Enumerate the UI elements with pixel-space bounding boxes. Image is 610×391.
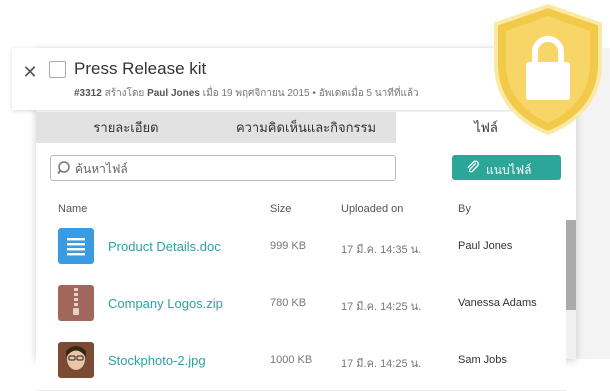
created-prefix: สร้างโดย (104, 88, 145, 99)
file-size: 1000 KB (270, 354, 313, 366)
task-header: ✕ Press Release kit #3312 สร้างโดย Paul … (12, 48, 572, 110)
complete-checkbox[interactable] (49, 61, 66, 78)
search-icon (57, 161, 70, 175)
zip-file-icon (58, 285, 94, 321)
file-name-link[interactable]: Stockphoto-2.jpg (108, 353, 206, 368)
column-header-name[interactable]: Name (58, 203, 87, 215)
column-header-by[interactable]: By (458, 203, 471, 215)
file-name-link[interactable]: Company Logos.zip (108, 296, 223, 311)
file-uploader: Paul Jones (458, 240, 513, 252)
search-input[interactable]: ค้นหาไฟล์ (50, 155, 396, 181)
close-icon[interactable]: ✕ (20, 62, 40, 82)
page-title: Press Release kit (74, 59, 207, 78)
table-row[interactable]: Stockphoto-2.jpg 1000 KB 17 มี.ค. 14:25 … (36, 333, 566, 391)
file-uploaded-date: 17 มี.ค. 14:35 น. (341, 244, 422, 256)
table-row[interactable]: Company Logos.zip 780 KB 17 มี.ค. 14:25 … (36, 276, 566, 334)
file-name-link[interactable]: Product Details.doc (108, 239, 221, 254)
file-size: 999 KB (270, 240, 307, 252)
file-uploaded-date: 17 มี.ค. 14:25 น. (341, 358, 422, 370)
security-shield-icon (494, 3, 602, 136)
file-uploader: Sam Jobs (458, 354, 507, 366)
doc-file-icon (58, 228, 94, 264)
scrollbar-thumb[interactable] (566, 220, 576, 310)
file-size: 780 KB (270, 297, 307, 309)
column-header-size[interactable]: Size (270, 203, 291, 215)
image-thumbnail (58, 342, 94, 378)
search-placeholder: ค้นหาไฟล์ (75, 162, 128, 176)
table-row[interactable]: Product Details.doc 999 KB 17 มี.ค. 14:3… (36, 219, 566, 277)
column-header-uploaded[interactable]: Uploaded on (341, 203, 403, 215)
meta-separator: • (312, 88, 316, 99)
author-name: Paul Jones (147, 88, 200, 99)
created-date: เมื่อ 19 พฤศจิกายน 2015 (202, 88, 310, 99)
attach-button-label: แนบไฟล์ (486, 163, 532, 177)
file-uploaded-date: 17 มี.ค. 14:25 น. (341, 301, 422, 313)
task-id: #3312 (74, 88, 102, 99)
file-uploader: Vanessa Adams (458, 297, 537, 309)
tab-details[interactable]: รายละเอียด (36, 112, 216, 143)
paperclip-icon (467, 160, 479, 173)
attach-file-button[interactable]: แนบไฟล์ (452, 155, 561, 180)
updated-time: อัพเดตเมื่อ 5 นาทีที่แล้ว (318, 88, 419, 99)
task-meta: #3312 สร้างโดย Paul Jones เมื่อ 19 พฤศจิ… (74, 86, 419, 101)
tab-comments-activity[interactable]: ความคิดเห็นและกิจกรรม (216, 112, 396, 143)
